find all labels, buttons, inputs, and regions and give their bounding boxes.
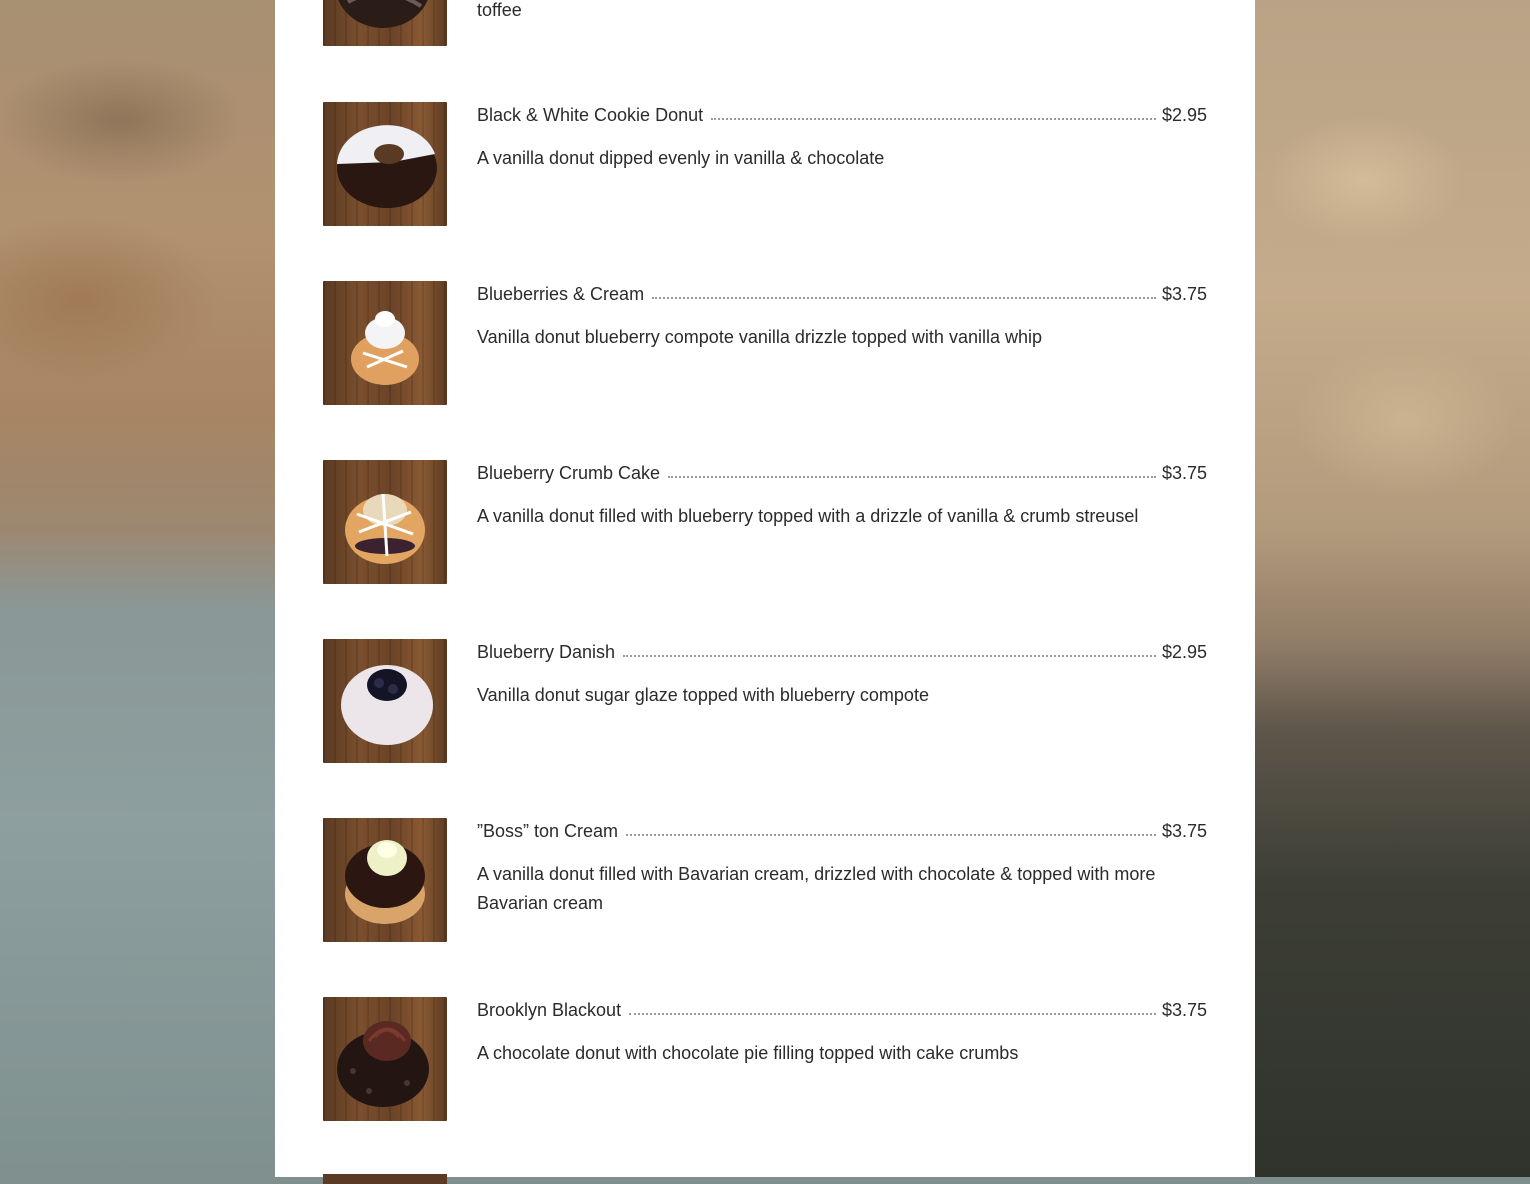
item-name: Blueberries & Cream [477, 284, 645, 304]
item-name: Blueberry Danish [477, 642, 616, 662]
item-title-row: Black & White Cookie Donut $2.95 [477, 104, 1207, 126]
leader-dots [711, 117, 1156, 120]
item-price: $3.75 [1161, 821, 1207, 841]
background-right [1255, 0, 1530, 1177]
background-left [0, 0, 275, 1177]
donut-photo [323, 0, 447, 46]
leader-dots [626, 833, 1156, 836]
item-description: A vanilla donut filled with Bavarian cre… [477, 864, 1156, 913]
item-title-row: Blueberry Crumb Cake $3.75 [477, 462, 1207, 484]
item-description: Vanilla donut sugar glaze topped with bl… [477, 685, 929, 705]
menu-item[interactable]: Blueberry Danish $2.95 Vanilla donut sug… [323, 639, 1207, 763]
leader-dots [652, 296, 1156, 299]
item-title-row: ”Boss” ton Cream $3.75 [477, 820, 1207, 842]
item-price: $2.95 [1161, 642, 1207, 662]
item-name: Brooklyn Blackout [477, 1000, 622, 1020]
item-price: $3.75 [1161, 284, 1207, 304]
donut-photo [323, 460, 447, 584]
item-description: A vanilla donut filled with blueberry to… [477, 506, 1139, 526]
menu-panel: toffee Black & White Cookie Donut $2.95 … [275, 0, 1255, 1184]
donut-photo [323, 102, 447, 226]
leader-dots [629, 1012, 1156, 1015]
donut-photo [323, 639, 447, 763]
menu-item[interactable]: Black & White Cookie Donut $2.95 A vanil… [323, 102, 1207, 226]
leader-dots [668, 475, 1156, 478]
leader-dots [623, 654, 1156, 657]
donut-photo [323, 818, 447, 942]
item-description: A chocolate donut with chocolate pie fil… [477, 1043, 1019, 1063]
item-title-row: Blueberry Danish $2.95 [477, 641, 1207, 663]
menu-item-partial: toffee [323, 0, 1207, 46]
item-title-row: Blueberries & Cream $3.75 [477, 283, 1207, 305]
item-price: $3.75 [1161, 463, 1207, 483]
menu-item[interactable]: Blueberry Crumb Cake $3.75 A vanilla don… [323, 460, 1207, 584]
item-price: $2.95 [1161, 105, 1207, 125]
menu-item[interactable]: Blueberries & Cream $3.75 Vanilla donut … [323, 281, 1207, 405]
item-price: $3.75 [1161, 1000, 1207, 1020]
donut-photo [323, 997, 447, 1121]
item-description: Vanilla donut blueberry compote vanilla … [477, 327, 1042, 347]
item-name: Black & White Cookie Donut [477, 105, 704, 125]
donut-photo [323, 281, 447, 405]
item-name: Blueberry Crumb Cake [477, 463, 661, 483]
item-name: ”Boss” ton Cream [477, 821, 619, 841]
donut-photo-partial [323, 1174, 447, 1184]
item-title-row: Brooklyn Blackout $3.75 [477, 999, 1207, 1021]
menu-item[interactable]: ”Boss” ton Cream $3.75 A vanilla donut f… [323, 818, 1207, 942]
item-description: toffee [477, 0, 522, 20]
item-description: A vanilla donut dipped evenly in vanilla… [477, 148, 885, 168]
menu-item[interactable]: Brooklyn Blackout $3.75 A chocolate donu… [323, 997, 1207, 1121]
